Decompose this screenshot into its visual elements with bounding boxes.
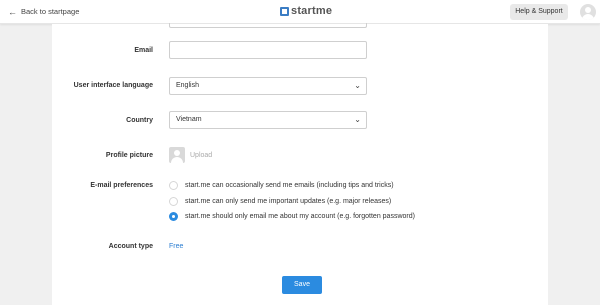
radio-button[interactable] — [169, 181, 178, 190]
save-button[interactable]: Save — [282, 276, 322, 294]
chevron-down-icon: ⌄ — [354, 81, 361, 90]
email-pref-option-label: start.me should only email me about my a… — [185, 213, 415, 220]
email-preferences-label: E-mail preferences — [90, 182, 153, 189]
account-type-label: Account type — [108, 243, 153, 250]
back-link-label: Back to startpage — [21, 7, 80, 16]
startme-logo-icon — [280, 6, 289, 16]
country-label: Country — [126, 117, 153, 124]
email-field[interactable] — [169, 41, 367, 59]
radio-button[interactable] — [169, 197, 178, 206]
upload-link[interactable]: Upload — [190, 152, 212, 159]
logo-text: startme — [291, 5, 333, 17]
user-avatar-icon[interactable] — [580, 4, 596, 20]
country-select[interactable]: Vietnam ⌄ — [169, 111, 367, 129]
help-support-button[interactable]: Help & Support — [510, 4, 568, 20]
arrow-left-icon: ← — [8, 6, 17, 17]
email-pref-option-label: start.me can occasionally send me emails… — [185, 182, 394, 189]
language-value: English — [176, 82, 199, 89]
language-label: User interface language — [73, 82, 153, 89]
email-pref-option-label: start.me can only send me important upda… — [185, 198, 392, 205]
startme-logo[interactable]: startme — [280, 5, 332, 17]
country-value: Vietnam — [176, 116, 202, 123]
previous-field-edge[interactable] — [169, 23, 367, 28]
top-bar: ← Back to startpage startme Help & Suppo… — [0, 0, 600, 24]
email-pref-option-1[interactable]: start.me can occasionally send me emails… — [169, 181, 394, 190]
profile-picture-label: Profile picture — [105, 152, 153, 159]
email-pref-option-2[interactable]: start.me can only send me important upda… — [169, 197, 391, 206]
email-label: Email — [134, 47, 153, 54]
radio-button-selected[interactable] — [169, 212, 178, 221]
email-pref-option-3[interactable]: start.me should only email me about my a… — [169, 212, 415, 221]
account-settings-panel: Email User interface language English ⌄ … — [52, 23, 548, 305]
back-to-startpage-link[interactable]: ← Back to startpage — [8, 7, 79, 16]
profile-placeholder-icon[interactable] — [169, 147, 185, 163]
account-type-value[interactable]: Free — [169, 243, 183, 250]
language-select[interactable]: English ⌄ — [169, 77, 367, 95]
chevron-down-icon: ⌄ — [354, 115, 361, 124]
